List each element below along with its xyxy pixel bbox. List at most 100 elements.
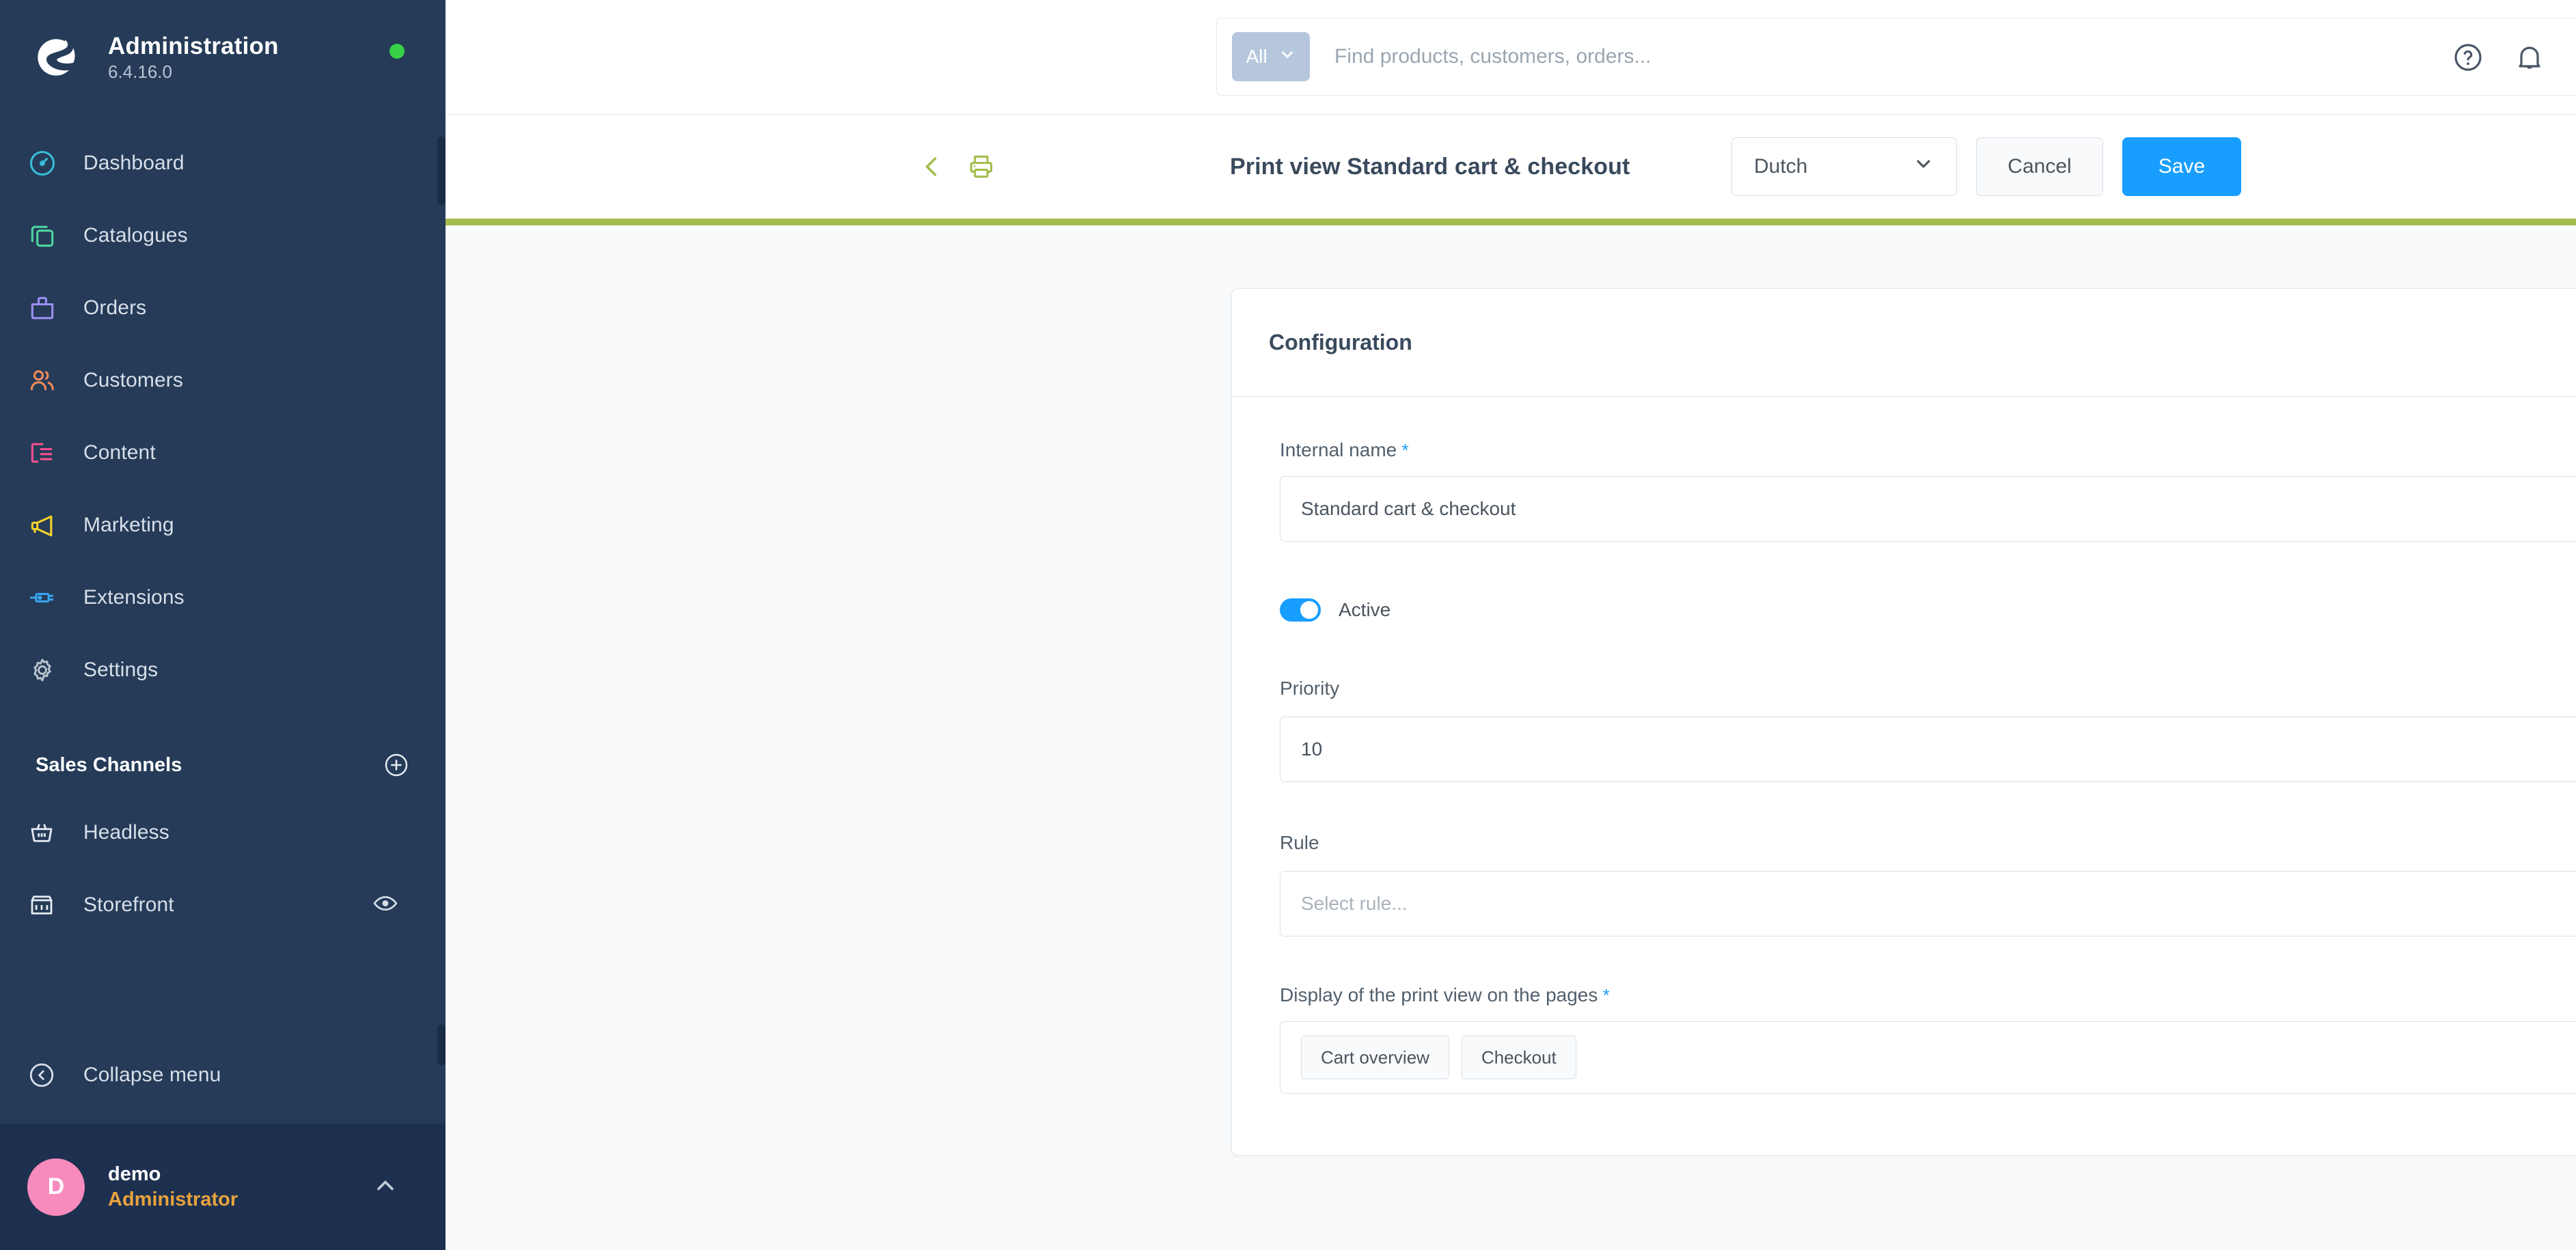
display-pages-field: Display of the print view on the pages *… [1280, 984, 2576, 1094]
printer-icon[interactable] [966, 152, 996, 182]
active-toggle-label: Active [1339, 599, 1391, 620]
customers-icon [27, 365, 66, 395]
internal-name-input[interactable] [1301, 477, 2576, 541]
configuration-card: Configuration Internal name * Standard c… [1231, 288, 2576, 1156]
sales-channels-section-header: Sales Channels [0, 734, 446, 796]
sidebar-item-label: Orders [83, 296, 147, 319]
sidebar-item-label: Content [83, 441, 156, 464]
main-area: All Find products, customers, orders... … [446, 0, 2576, 1250]
user-menu[interactable]: D demo Administrator [0, 1124, 446, 1250]
collapse-left-icon [27, 1061, 66, 1089]
chevron-down-icon [1913, 153, 1934, 180]
display-pages-label-text: Display of the print view on the pages [1280, 984, 1598, 1005]
sidebar-item-extensions[interactable]: Extensions [0, 561, 446, 634]
sidebar-item-label: Extensions [83, 586, 184, 609]
orders-icon [27, 293, 66, 323]
sidebar-item-marketing[interactable]: Marketing [0, 489, 446, 561]
collapse-menu-button[interactable]: Collapse menu [0, 1039, 446, 1111]
storefront-icon [27, 891, 66, 919]
language-select-value: Dutch [1754, 155, 1808, 178]
plus-circle-icon[interactable] [383, 751, 410, 779]
card-title: Configuration [1269, 330, 1412, 355]
sidebar-item-label: Dashboard [83, 152, 184, 174]
content-area: Configuration Internal name * Standard c… [446, 225, 2576, 1250]
chevron-left-icon[interactable] [917, 152, 947, 182]
page-title: Print view Standard cart & checkout [1230, 153, 1630, 180]
sidebar-item-customers[interactable]: Customers [0, 344, 446, 417]
toggle-knob [1300, 601, 1318, 619]
display-pages-label: Display of the print view on the pages * [1280, 984, 2576, 1006]
required-marker: * [1598, 985, 1610, 1005]
scrollbar-thumb[interactable] [437, 137, 446, 205]
collapse-menu-label: Collapse menu [83, 1064, 221, 1086]
internal-name-input-wrap [1280, 476, 2576, 542]
rule-label: Rule [1280, 832, 1319, 853]
sidebar-item-label: Settings [83, 658, 159, 681]
card-body: Internal name * Active ? [1232, 397, 2576, 1155]
chevron-up-icon[interactable] [372, 1171, 399, 1202]
sidebar-scrollbar[interactable] [437, 0, 446, 1250]
priority-field: Priority ? [1280, 676, 2576, 782]
display-pages-multiselect[interactable]: Cart overview Checkout [1280, 1021, 2576, 1094]
search-scope-dropdown[interactable]: All [1232, 32, 1310, 81]
sidebar-item-catalogues[interactable]: Catalogues [0, 199, 446, 272]
internal-name-label: Internal name * [1280, 439, 2576, 461]
bell-icon[interactable] [2513, 41, 2546, 74]
sidebar-item-content[interactable]: Content [0, 417, 446, 489]
basket-icon [27, 818, 66, 847]
display-pages-tag[interactable]: Cart overview [1301, 1036, 1449, 1079]
app-root: Administration 6.4.16.0 Dashboard Catalo… [0, 0, 2576, 1250]
sidebar-item-label: Headless [83, 821, 169, 844]
cancel-button[interactable]: Cancel [1976, 137, 2103, 196]
rule-select-placeholder: Select rule... [1301, 893, 1408, 914]
rule-field: Rule ? Select rule... [1280, 830, 2576, 936]
sidebar-brand[interactable]: Administration 6.4.16.0 [0, 0, 446, 115]
dashboard-icon [27, 148, 66, 178]
save-button[interactable]: Save [2122, 137, 2241, 196]
display-pages-tag[interactable]: Checkout [1461, 1036, 1576, 1079]
topbar: All [446, 0, 2576, 115]
sidebar-item-headless[interactable]: Headless [0, 796, 446, 869]
rule-label-row: Rule ? [1280, 830, 2576, 856]
sidebar-item-label: Storefront [83, 893, 174, 916]
sales-channels-title: Sales Channels [36, 753, 182, 776]
priority-label-row: Priority ? [1280, 676, 2576, 702]
sidebar-item-settings[interactable]: Settings [0, 634, 446, 706]
help-icon[interactable] [2452, 41, 2484, 74]
active-toggle-row: Active ? [1280, 589, 2576, 630]
rule-select[interactable]: Select rule... [1280, 871, 2576, 936]
status-dot [389, 44, 405, 59]
sidebar-item-dashboard[interactable]: Dashboard [0, 127, 446, 199]
sidebar-item-label: Marketing [83, 514, 174, 536]
brand-title: Administration [108, 33, 279, 60]
sidebar-item-storefront[interactable]: Storefront [0, 869, 446, 941]
language-select[interactable]: Dutch [1731, 137, 1957, 196]
accent-line [446, 219, 2576, 225]
search-input[interactable] [1310, 33, 2576, 81]
scrollbar-thumb[interactable] [437, 1025, 446, 1066]
internal-name-label-text: Internal name [1280, 439, 1397, 460]
user-role: Administrator [108, 1188, 238, 1210]
user-name: demo [108, 1163, 161, 1186]
sidebar: Administration 6.4.16.0 Dashboard Catalo… [0, 0, 446, 1250]
marketing-icon [27, 510, 66, 540]
priority-input[interactable] [1301, 717, 2576, 781]
catalogues-icon [27, 221, 66, 251]
eye-icon[interactable] [372, 890, 399, 921]
sidebar-item-orders[interactable]: Orders [0, 272, 446, 344]
topbar-actions [2452, 41, 2546, 74]
sidebar-item-label: Customers [83, 369, 183, 391]
page-header-actions: Dutch Cancel Save [1731, 137, 2241, 196]
search-scope-label: All [1246, 46, 1268, 67]
card-header: Configuration [1232, 289, 2576, 397]
avatar: D [27, 1158, 85, 1216]
active-toggle[interactable] [1280, 598, 1321, 622]
content-icon [27, 438, 66, 468]
required-marker: * [1397, 440, 1409, 460]
page-header: Print view Standard cart & checkout Dutc… [446, 115, 2576, 219]
internal-name-field: Internal name * [1280, 439, 2576, 542]
